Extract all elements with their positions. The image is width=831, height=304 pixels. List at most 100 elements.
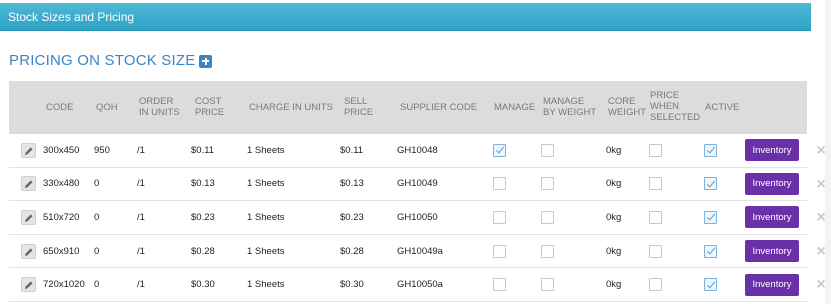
manage-checkbox[interactable]: [493, 143, 506, 157]
price-when-selected-checkbox[interactable]: [649, 143, 662, 157]
cell-order-units: /1: [137, 245, 145, 257]
header-code: CODE: [46, 102, 74, 113]
cell-order-units: /1: [137, 178, 145, 190]
pencil-icon: [25, 180, 33, 189]
inventory-button[interactable]: Inventory: [745, 240, 799, 263]
stock-size-table: CODE QOH ORDER IN UNITS COST PRICE CHARGE …: [9, 81, 826, 302]
pencil-icon: [25, 214, 33, 222]
cell-cost-price: $0.23: [191, 211, 215, 223]
cell-core-weight: 0kg: [606, 211, 622, 223]
cell-code: 720x1020: [43, 279, 85, 291]
cell-sell-price: $0.11: [340, 144, 364, 156]
manage-by-weight-checkbox[interactable]: [541, 210, 554, 224]
add-stock-size-button[interactable]: [199, 54, 213, 68]
panel-header: Stock Sizes and Pricing: [0, 3, 811, 31]
header-manage: MANAGE: [494, 102, 536, 113]
cell-core-weight: 0kg: [606, 245, 622, 257]
cell-supplier-code: GH10049: [397, 178, 438, 190]
page-title: PRICING ON STOCK SIZE: [9, 52, 196, 69]
pencil-icon: [25, 281, 33, 290]
cell-qoh: 950: [94, 144, 110, 156]
table-row: 650x910 0 /1 $0.28 1 Sheets $0.28 GH1004…: [9, 234, 826, 269]
active-checkbox[interactable]: [704, 210, 717, 224]
edit-row-button[interactable]: [21, 176, 36, 192]
cell-supplier-code: GH10050: [397, 211, 438, 223]
header-core-weight: CORE WEIGHT: [608, 96, 646, 118]
cell-sell-price: $0.23: [340, 211, 364, 223]
cell-order-units: /1: [137, 144, 145, 156]
header-sell-price: SELL PRICE: [344, 96, 374, 118]
active-checkbox[interactable]: [704, 244, 717, 258]
table-header: CODE QOH ORDER IN UNITS COST PRICE CHARGE …: [9, 81, 807, 134]
header-qoh: QOH: [96, 102, 118, 113]
price-when-selected-checkbox[interactable]: [649, 177, 662, 191]
header-price-when-selected: PRICE WHEN SELECTED: [650, 90, 701, 123]
header-cost-price: COST PRICE: [195, 96, 225, 118]
inventory-button[interactable]: Inventory: [745, 273, 799, 296]
price-when-selected-checkbox[interactable]: [649, 278, 662, 292]
price-when-selected-checkbox[interactable]: [649, 210, 662, 224]
cell-sell-price: $0.13: [340, 178, 364, 190]
cell-cost-price: $0.30: [191, 279, 215, 291]
cell-supplier-code: GH10048: [397, 144, 438, 156]
cell-code: 650x910: [43, 245, 80, 257]
pencil-icon: [25, 147, 33, 155]
header-charge-in-units: CHARGE IN UNITS: [249, 102, 333, 113]
cell-code: 330x480: [43, 178, 80, 190]
scrollbar[interactable]: [825, 0, 831, 304]
cell-core-weight: 0kg: [606, 178, 622, 190]
cell-core-weight: 0kg: [606, 144, 622, 156]
active-checkbox[interactable]: [704, 177, 717, 191]
edit-row-button[interactable]: [21, 142, 36, 158]
cell-charge-in-units: 1 Sheets: [247, 245, 285, 257]
panel-title: Stock Sizes and Pricing: [8, 10, 135, 24]
manage-checkbox[interactable]: [493, 244, 506, 258]
edit-row-button[interactable]: [21, 243, 36, 259]
edit-row-button[interactable]: [21, 209, 36, 225]
cell-core-weight: 0kg: [606, 279, 622, 291]
table-row: 330x480 0 /1 $0.13 1 Sheets $0.13 GH1004…: [9, 167, 826, 202]
cell-qoh: 0: [94, 178, 100, 190]
manage-checkbox[interactable]: [493, 210, 506, 224]
page-title-row: PRICING ON STOCK SIZE: [9, 51, 213, 71]
inventory-button[interactable]: Inventory: [745, 139, 799, 162]
cell-cost-price: $0.13: [191, 178, 215, 190]
price-when-selected-checkbox[interactable]: [649, 244, 662, 258]
cell-order-units: /1: [137, 279, 145, 291]
header-manage-by-weight: MANAGE BY WEIGHT: [543, 96, 597, 118]
edit-row-button[interactable]: [21, 277, 36, 293]
header-active: ACTIVE: [705, 102, 740, 113]
cell-supplier-code: GH10050a: [397, 279, 443, 291]
cell-code: 510x720: [43, 211, 80, 223]
cell-supplier-code: GH10049a: [397, 245, 443, 257]
manage-by-weight-checkbox[interactable]: [541, 278, 554, 292]
manage-checkbox[interactable]: [493, 177, 506, 191]
cell-order-units: /1: [137, 211, 145, 223]
cell-charge-in-units: 1 Sheets: [247, 178, 285, 190]
cell-code: 300x450: [43, 144, 80, 156]
pencil-icon: [25, 247, 33, 256]
active-checkbox[interactable]: [704, 278, 717, 292]
table-body: 300x450 950 /1 $0.11 1 Sheets $0.11 GH10…: [9, 134, 826, 302]
cell-sell-price: $0.28: [340, 245, 364, 257]
cell-charge-in-units: 1 Sheets: [247, 211, 285, 223]
manage-by-weight-checkbox[interactable]: [541, 143, 554, 157]
cell-qoh: 0: [94, 245, 100, 257]
table-row: 300x450 950 /1 $0.11 1 Sheets $0.11 GH10…: [9, 134, 826, 168]
active-checkbox[interactable]: [704, 143, 717, 157]
header-supplier-code: SUPPLIER CODE: [400, 102, 478, 113]
cell-qoh: 0: [94, 211, 100, 223]
table-row: 510x720 0 /1 $0.23 1 Sheets $0.23 GH1005…: [9, 201, 826, 235]
cell-cost-price: $0.11: [191, 144, 215, 156]
inventory-button[interactable]: Inventory: [745, 206, 799, 229]
manage-by-weight-checkbox[interactable]: [541, 177, 554, 191]
manage-by-weight-checkbox[interactable]: [541, 244, 554, 258]
cell-cost-price: $0.28: [191, 245, 215, 257]
cell-charge-in-units: 1 Sheets: [247, 279, 285, 291]
cell-qoh: 0: [94, 279, 100, 291]
cell-sell-price: $0.30: [340, 279, 364, 291]
table-row: 720x1020 0 /1 $0.30 1 Sheets $0.30 GH100…: [9, 268, 826, 302]
inventory-button[interactable]: Inventory: [745, 172, 799, 195]
cell-charge-in-units: 1 Sheets: [247, 144, 285, 156]
manage-checkbox[interactable]: [493, 278, 506, 292]
